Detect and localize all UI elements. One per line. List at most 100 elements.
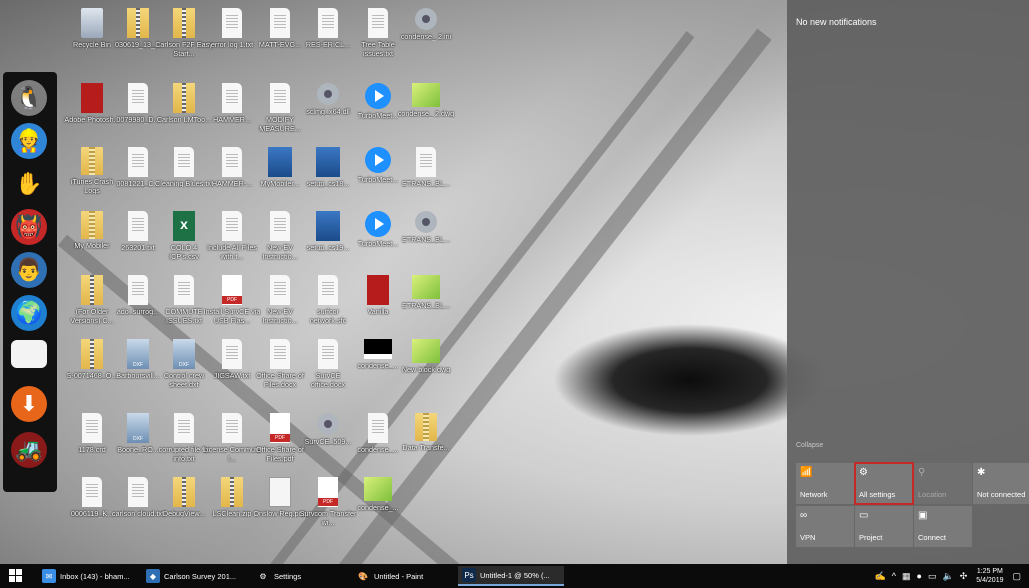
taskbar-item[interactable]: Ps Untitled-1 @ 50% (...: [458, 566, 564, 586]
folder-icon: [81, 147, 103, 175]
tile-network[interactable]: 📶 Network: [796, 463, 854, 504]
folder-zip-icon: [221, 477, 243, 507]
start-button[interactable]: [9, 569, 22, 582]
recycle-bin-icon: [81, 8, 103, 38]
desktop-icon-label: condense_...: [357, 503, 399, 512]
tile-label: Project: [859, 533, 883, 542]
tractor-icon[interactable]: 🚜: [11, 432, 47, 468]
blank-window-icon[interactable]: [11, 340, 47, 368]
gear-icon: ⚙: [259, 571, 267, 581]
globe-icon[interactable]: 🌍: [11, 295, 47, 331]
tile-connect[interactable]: ▣ Connect: [914, 506, 972, 547]
tile-label: Network: [800, 490, 828, 499]
dwg-file-icon: [364, 477, 392, 501]
taskbar-item-label: Settings: [274, 571, 302, 581]
tile-label: All settings: [859, 490, 896, 499]
tile-all-settings[interactable]: ⚙ All settings: [854, 462, 914, 505]
desktop-icon-label: ETRANS_BL...: [402, 301, 450, 310]
engineer-icon[interactable]: 👨: [11, 252, 47, 288]
text-file-icon: [174, 275, 194, 305]
desktop-icon[interactable]: ETRANS_BL...: [397, 147, 455, 209]
photoshop-icon: Ps: [462, 568, 476, 582]
folder-zip-icon: [173, 477, 195, 507]
taskbar: ✉ Inbox (143) - bham... ◆ Carlson Survey 20…: [0, 564, 1029, 588]
location-icon: ⚲: [918, 467, 926, 478]
taskbar-item-label: Untitled-1 @ 50% (...: [480, 570, 550, 580]
desktop-icon[interactable]: condense_ 2.dwg: [397, 83, 455, 145]
text-file-icon: [82, 413, 102, 443]
carlson-survey-icon: ◆: [146, 569, 160, 583]
desktop-icon-label: ETRANS_BL...: [402, 235, 450, 244]
tray-app-icon[interactable]: ▦: [902, 571, 911, 582]
notifications-status: No new notifications: [796, 17, 877, 27]
taskbar-item-label: Untitled - Paint: [374, 571, 424, 581]
word-doc-icon: [270, 339, 290, 369]
text-file-icon: [318, 275, 338, 305]
adobe-icon: [81, 83, 103, 113]
settings-file-icon: [317, 413, 339, 435]
dll-file-icon: [317, 83, 339, 105]
clock-date: 5/4/2019: [976, 577, 1004, 584]
pdf-icon: [270, 413, 290, 443]
folder-zip-icon: [81, 275, 103, 305]
tile-project[interactable]: ▭ Project: [855, 506, 913, 547]
text-file-icon: [222, 8, 242, 38]
tile-location[interactable]: ⚲ Location: [914, 463, 972, 504]
text-file-icon: [270, 83, 290, 113]
excel-icon: [173, 211, 195, 241]
folder-zip-icon: [173, 8, 195, 38]
paint-icon: 🎨: [358, 571, 368, 581]
penguin-icon[interactable]: 🐧: [11, 80, 47, 116]
settings-file-icon: [415, 211, 437, 233]
dxf-file-icon: [127, 339, 149, 369]
taskbar-item[interactable]: ✉ Inbox (143) - bham...: [38, 566, 138, 586]
monitor-icon[interactable]: ▭: [928, 571, 937, 582]
chevron-up-icon[interactable]: ^: [892, 571, 896, 581]
clock[interactable]: 1:25 PM 5/4/2019: [976, 567, 1003, 585]
taskbar-item[interactable]: ◆ Carlson Survey 201...: [142, 566, 248, 586]
folder-zip-icon: [127, 8, 149, 38]
setup-icon: [316, 147, 340, 177]
notifications-icon[interactable]: ▢: [1012, 571, 1021, 582]
gear-icon: ⚙: [859, 467, 868, 478]
project-icon: ▭: [859, 510, 869, 521]
tile-label: Location: [918, 490, 947, 499]
tile-vpn[interactable]: ∞ VPN: [796, 506, 854, 547]
monster-icon[interactable]: 👹: [11, 209, 47, 245]
desktop-icon[interactable]: ETRANS_BL...: [397, 275, 455, 337]
download-arrow-icon[interactable]: ⬇: [11, 386, 47, 422]
tile-not-connected[interactable]: ✱ Not connected: [973, 463, 1029, 504]
taskbar-item-label: Inbox (143) - bham...: [60, 571, 130, 581]
tile-label: Not connected: [977, 490, 1026, 499]
folder-zip-icon: [81, 339, 103, 369]
desktop-icon[interactable]: ETRANS_BL...: [397, 211, 455, 273]
desktop-icon[interactable]: condense_ 2.ini: [397, 8, 455, 70]
pdf-icon: [222, 275, 242, 305]
text-file-icon: [128, 83, 148, 113]
worker-avatar-icon[interactable]: 👷: [11, 123, 47, 159]
collapse-link[interactable]: Collapse: [796, 442, 823, 449]
text-file-icon: [82, 477, 102, 507]
hand-icon[interactable]: ✋: [11, 166, 47, 202]
network-tray-icon[interactable]: ✣: [960, 571, 968, 582]
desktop-icon[interactable]: Data Transfe...: [397, 413, 455, 475]
desktop-icon-label: condense_ 2.dwg: [397, 109, 455, 118]
text-file-icon: [128, 275, 148, 305]
signature-app-icon[interactable]: ✍: [875, 571, 886, 582]
desktop-icon[interactable]: condense_...: [349, 477, 407, 539]
volume-icon[interactable]: 🔈: [942, 571, 953, 582]
taskbar-item[interactable]: 🎨 Untitled - Paint: [352, 566, 454, 586]
turbomeeting-icon: [365, 147, 391, 173]
tray-dot-icon[interactable]: ●: [917, 571, 922, 581]
desktop-icon-label: Data Transfe...: [402, 443, 450, 452]
desktop-icon[interactable]: New block.dwg: [397, 339, 455, 401]
taskbar-item-label: Carlson Survey 201...: [164, 571, 237, 581]
text-file-icon: [174, 413, 194, 443]
dwg-file-icon: [412, 83, 440, 107]
block-file-icon: [364, 339, 392, 359]
taskbar-item[interactable]: ⚙ Settings: [252, 566, 348, 586]
image-file-icon: [269, 477, 291, 507]
text-file-icon: [222, 83, 242, 113]
text-file-icon: [128, 211, 148, 241]
network-icon: 📶: [800, 467, 813, 478]
